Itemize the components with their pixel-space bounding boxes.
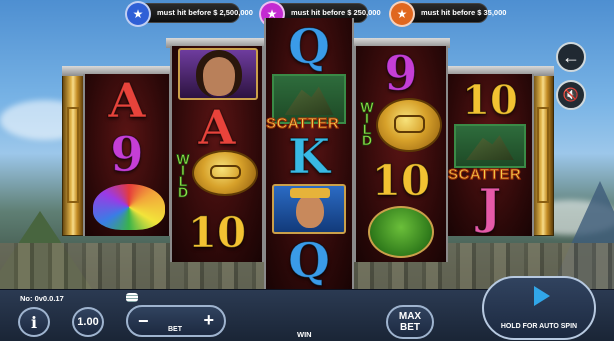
spin-button[interactable]: HOLD FOR AUTO SPIN bbox=[482, 276, 596, 340]
max-bet-button[interactable]: MAX BET bbox=[386, 305, 434, 339]
symbol-10: 10 bbox=[187, 207, 247, 257]
play-icon bbox=[534, 286, 550, 306]
reel-2: A WILD 10 bbox=[170, 46, 264, 262]
inca-warrior-portrait-symbol bbox=[272, 184, 346, 234]
reel-3: Q SCATTER K Q bbox=[264, 18, 354, 290]
reel-1: A 9 bbox=[83, 74, 171, 236]
symbol-a: A bbox=[108, 74, 146, 130]
info-button[interactable]: i bbox=[18, 307, 50, 337]
speaker-muted-icon: 🔇 bbox=[562, 87, 580, 102]
mayan-gold-disc-symbol bbox=[192, 150, 258, 196]
symbol-q: Q bbox=[288, 19, 331, 76]
reel-5: 10 SCATTER J bbox=[446, 74, 534, 236]
info-icon: i bbox=[30, 312, 38, 332]
jackpot-major-text: must hit before $ 250,000 bbox=[291, 8, 381, 17]
woman-portrait-symbol bbox=[178, 48, 258, 100]
jackpot-minor-text: must hit before $ 35,000 bbox=[421, 8, 507, 17]
mute-button[interactable]: 🔇 bbox=[556, 80, 586, 110]
back-button[interactable]: ← bbox=[556, 42, 586, 72]
bet-minus-button[interactable]: − bbox=[138, 311, 149, 332]
symbol-10: 10 bbox=[371, 155, 431, 205]
llama-symbol bbox=[368, 206, 434, 258]
control-bar: No: 0v0.0.17 i 1.00 − BET + WIN MAX BET … bbox=[0, 276, 614, 341]
version-label: No: 0v0.0.17 bbox=[20, 294, 64, 303]
scatter-mountain-symbol bbox=[454, 124, 526, 168]
symbol-9: 9 bbox=[384, 46, 418, 103]
jackpot-grand: ★ must hit before $ 2,500,000 bbox=[125, 1, 253, 27]
left-golden-pillar bbox=[62, 74, 84, 236]
rainbow-hat-symbol bbox=[93, 184, 165, 230]
bet-label: BET bbox=[168, 326, 182, 333]
jackpot-minor: ★ must hit before $ 35,000 bbox=[389, 1, 507, 27]
reel-4: 9 WILD 10 bbox=[354, 46, 448, 262]
star-icon: ★ bbox=[389, 1, 415, 27]
bet-plus-button[interactable]: + bbox=[203, 310, 214, 331]
right-golden-pillar bbox=[532, 74, 554, 236]
max-bet-line2: BET bbox=[400, 322, 420, 333]
arrow-left-icon: ← bbox=[562, 47, 580, 67]
bet-control: − BET + bbox=[126, 305, 226, 337]
star-icon: ★ bbox=[125, 1, 151, 27]
symbol-q: Q bbox=[288, 233, 331, 290]
symbol-k: K bbox=[288, 129, 331, 186]
win-label: WIN bbox=[297, 330, 312, 339]
coin-value: 1.00 bbox=[77, 316, 99, 328]
symbol-a: A bbox=[198, 100, 236, 157]
symbol-9: 9 bbox=[110, 127, 144, 184]
coin-stack-icon bbox=[126, 293, 138, 302]
auto-spin-hint: HOLD FOR AUTO SPIN bbox=[500, 323, 578, 330]
wild-label: WILD bbox=[176, 151, 190, 200]
symbol-10: 10 bbox=[462, 76, 519, 124]
symbol-j: J bbox=[478, 179, 502, 236]
jackpot-grand-text: must hit before $ 2,500,000 bbox=[157, 8, 253, 17]
wild-label: WILD bbox=[360, 99, 374, 148]
mayan-gold-disc-symbol bbox=[376, 98, 442, 152]
coin-value-button[interactable]: 1.00 bbox=[72, 307, 104, 337]
max-bet-line1: MAX bbox=[398, 311, 422, 322]
